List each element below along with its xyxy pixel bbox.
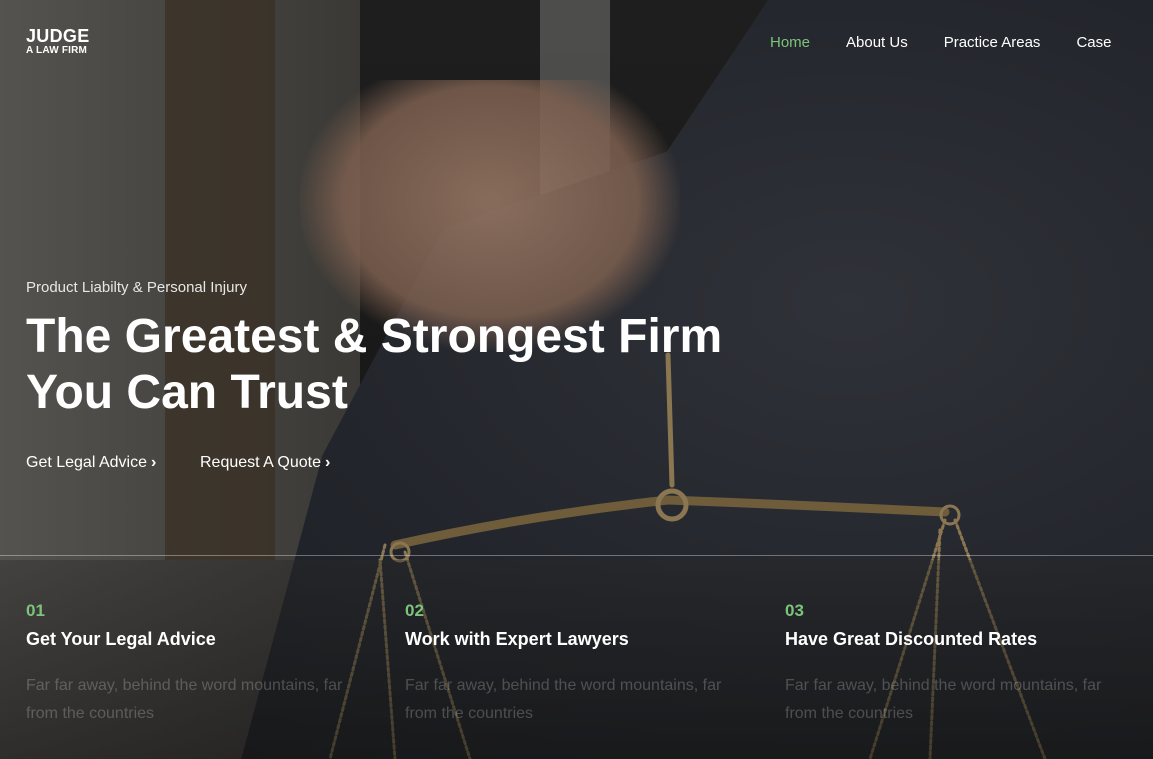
request-quote-link[interactable]: Request A Quote › — [200, 454, 330, 472]
feature-number: 01 — [26, 601, 45, 620]
feature-item: 03 Have Great Discounted Rates Far far a… — [785, 601, 1125, 728]
chevron-right-icon: › — [150, 454, 157, 471]
feature-title: Have Great Discounted Rates — [785, 629, 1038, 649]
headline-line-1: The Greatest & Strongest Firm — [26, 310, 723, 363]
feature-title: Get Your Legal Advice — [26, 629, 216, 649]
feature-title: Work with Expert Lawyers — [405, 629, 629, 649]
hero-kicker: Product Liabilty & Personal Injury — [26, 279, 247, 296]
cta-label: Get Legal Advice — [26, 454, 147, 471]
get-legal-advice-link[interactable]: Get Legal Advice › — [26, 454, 156, 472]
feature-number: 03 — [785, 601, 804, 620]
logo-brand: JUDGE — [26, 26, 90, 46]
logo-tagline: A LAW FIRM — [26, 45, 88, 56]
nav-item-case[interactable]: Case — [1076, 34, 1111, 51]
nav-item-practice-areas[interactable]: Practice Areas — [944, 34, 1041, 51]
site-logo[interactable]: JUDGE A LAW FIRM — [26, 27, 90, 56]
feature-text: Far far away, behind the word mountains,… — [405, 677, 722, 722]
feature-number: 02 — [405, 601, 424, 620]
nav-item-home[interactable]: Home — [770, 34, 810, 51]
cta-label: Request A Quote — [200, 454, 321, 471]
nav-item-about-us[interactable]: About Us — [846, 34, 908, 51]
section-divider — [0, 555, 1153, 556]
feature-text: Far far away, behind the word mountains,… — [26, 677, 343, 722]
feature-item: 02 Work with Expert Lawyers Far far away… — [405, 601, 745, 728]
chevron-right-icon: › — [324, 454, 331, 471]
hero-headline: The Greatest & Strongest Firm You Can Tr… — [26, 309, 826, 421]
main-nav: Home About Us Practice Areas Case — [770, 32, 1147, 51]
feature-text: Far far away, behind the word mountains,… — [785, 677, 1102, 722]
headline-line-2: You Can Trust — [26, 366, 348, 419]
feature-item: 01 Get Your Legal Advice Far far away, b… — [26, 601, 366, 728]
